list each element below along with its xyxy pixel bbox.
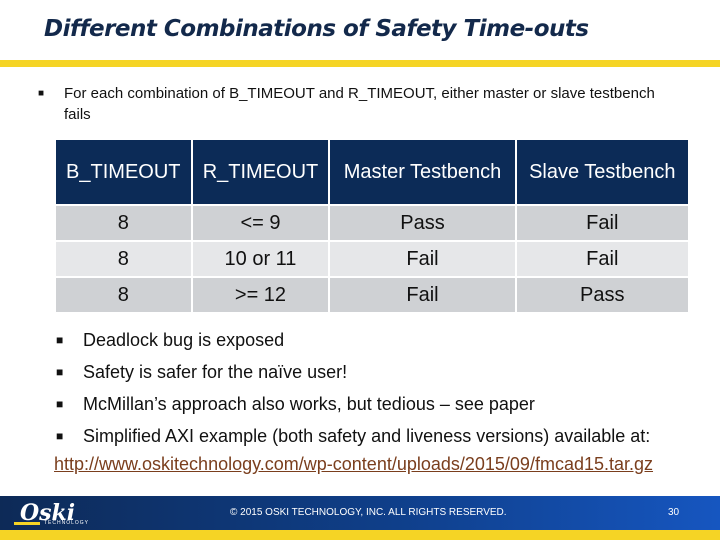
bullet-icon: ■ bbox=[56, 429, 64, 443]
list-item-text: Deadlock bug is exposed bbox=[83, 330, 285, 350]
timeout-table: B_TIMEOUT R_TIMEOUT Master Testbench Sla… bbox=[54, 138, 691, 314]
cell: Fail bbox=[514, 204, 691, 242]
list-item-text: McMillan’s approach also works, but tedi… bbox=[83, 394, 535, 414]
cell: 8 bbox=[54, 276, 193, 314]
list-item-text: Simplified AXI example (both safety and … bbox=[83, 426, 651, 446]
footer-gold-stripe bbox=[0, 530, 720, 540]
list-item: ■ McMillan’s approach also works, but te… bbox=[56, 390, 650, 422]
intro-bullet: ■ For each combination of B_TIMEOUT and … bbox=[38, 83, 664, 125]
list-item-text: Safety is safer for the naïve user! bbox=[83, 362, 348, 382]
slide-title: Different Combinations of Safety Time-ou… bbox=[44, 16, 589, 42]
header-master-testbench: Master Testbench bbox=[328, 138, 517, 206]
table-header-row: B_TIMEOUT R_TIMEOUT Master Testbench Sla… bbox=[54, 138, 691, 206]
table-row: 8 >= 12 Fail Pass bbox=[54, 276, 691, 314]
list-item: ■ Safety is safer for the naïve user! bbox=[56, 358, 650, 390]
header-b-timeout: B_TIMEOUT bbox=[54, 138, 193, 206]
cell: <= 9 bbox=[190, 204, 331, 242]
list-item: ■ Simplified AXI example (both safety an… bbox=[56, 422, 650, 454]
cell: 10 or 11 bbox=[190, 240, 331, 278]
cell: Fail bbox=[514, 240, 691, 278]
bullet-icon: ■ bbox=[56, 365, 64, 379]
header-slave-testbench: Slave Testbench bbox=[514, 138, 691, 206]
page-number: 30 bbox=[668, 507, 680, 518]
header-r-timeout: R_TIMEOUT bbox=[190, 138, 331, 206]
logo-subtitle: TECHNOLOGY bbox=[44, 520, 90, 526]
bullet-icon: ■ bbox=[38, 88, 45, 99]
cell: Pass bbox=[514, 276, 691, 314]
cell: Fail bbox=[328, 276, 517, 314]
intro-text: For each combination of B_TIMEOUT and R_… bbox=[64, 85, 655, 123]
title-divider bbox=[0, 60, 720, 67]
cell: 8 bbox=[54, 204, 193, 242]
download-link[interactable]: http://www.oskitechnology.com/wp-content… bbox=[54, 454, 653, 475]
cell: Fail bbox=[328, 240, 517, 278]
cell: 8 bbox=[54, 240, 193, 278]
bullet-icon: ■ bbox=[56, 397, 64, 411]
table-row: 8 <= 9 Pass Fail bbox=[54, 204, 691, 242]
list-item: ■ Deadlock bug is exposed bbox=[56, 326, 650, 358]
footer-bar: Oski TECHNOLOGY © 2015 OSKI TECHNOLOGY, … bbox=[0, 496, 720, 530]
logo-underline bbox=[14, 522, 40, 525]
cell: >= 12 bbox=[190, 276, 331, 314]
bullet-list: ■ Deadlock bug is exposed ■ Safety is sa… bbox=[56, 326, 650, 454]
bullet-icon: ■ bbox=[56, 333, 64, 347]
table-row: 8 10 or 11 Fail Fail bbox=[54, 240, 691, 278]
copyright-text: © 2015 OSKI TECHNOLOGY, INC. ALL RIGHTS … bbox=[230, 507, 507, 518]
cell: Pass bbox=[328, 204, 517, 242]
